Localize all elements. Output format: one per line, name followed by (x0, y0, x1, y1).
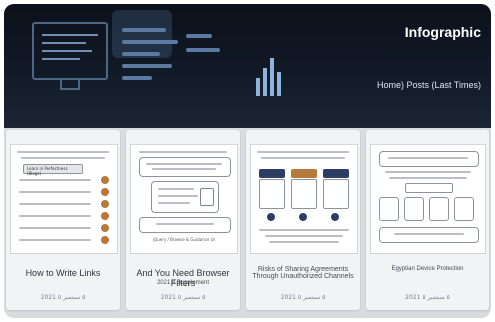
text-line (19, 203, 91, 205)
post-thumbnail[interactable] (250, 144, 358, 254)
text-line (152, 168, 216, 170)
thumb-button: Learn in Perfectness (Blogs) (23, 164, 83, 176)
posts-grid: Learn in Perfectness (Blogs) How to Writ… (4, 130, 491, 318)
text-line (385, 171, 471, 173)
monitor-icon (32, 22, 108, 80)
post-thumbnail[interactable] (370, 144, 486, 254)
monitor-line (42, 42, 86, 44)
text-line (261, 157, 345, 159)
post-card[interactable]: jQuery / Browse & Guidance UI And You Ne… (126, 130, 240, 310)
post-date: 2021 ٥ سبتمبر ٥ (280, 294, 326, 301)
text-line (394, 233, 464, 235)
thumb-box (379, 151, 479, 167)
monitor-line (42, 50, 92, 52)
hero-bar (186, 48, 220, 52)
text-line (19, 215, 91, 217)
monitor-line (42, 34, 98, 36)
hero-bar (122, 64, 172, 68)
hero-bar (186, 34, 212, 38)
thumb-box (379, 227, 479, 243)
thumb-box (139, 217, 231, 233)
step-icon (331, 213, 339, 221)
step-icon (299, 213, 307, 221)
bullet-icon (101, 176, 109, 184)
thumb-box (405, 183, 453, 193)
hero-bar (122, 52, 160, 56)
monitor-line (42, 58, 80, 60)
thumb-caption: jQuery / Browse & Guidance UI (153, 237, 215, 242)
post-date: 2021 ٥ سبتمبر ٥ (40, 294, 86, 301)
thumb-box (139, 157, 231, 177)
column-header (259, 169, 285, 178)
text-line (257, 151, 349, 153)
text-line (158, 202, 190, 204)
text-line (265, 235, 343, 237)
text-line (146, 163, 222, 165)
bullet-icon (101, 200, 109, 208)
device-icon (429, 197, 449, 221)
post-date: 2021 ٥ سبتمبر ٥ (160, 294, 206, 301)
post-title[interactable]: Risks of Sharing Agreements Through Unau… (246, 266, 360, 280)
bar-chart-bar (256, 78, 260, 96)
step-icon (267, 213, 275, 221)
bar-chart-icon (256, 50, 286, 96)
text-line (17, 151, 109, 153)
thumb-button-label: Learn in Perfectness (Blogs) (27, 166, 68, 176)
post-card[interactable]: Learn in Perfectness (Blogs) How to Writ… (6, 130, 120, 310)
hero-banner: Infographic Home) Posts (Last Times) (4, 4, 491, 128)
post-title[interactable]: Egyptian Device Protection (366, 266, 489, 272)
bullet-icon (101, 224, 109, 232)
bullet-icon (101, 188, 109, 196)
lock-icon (404, 197, 424, 221)
text-line (269, 241, 339, 243)
screenshot-frame: Infographic Home) Posts (Last Times) Lea… (4, 4, 491, 318)
hero-bar (122, 40, 178, 44)
text-line (19, 227, 91, 229)
bar-chart-bar (277, 72, 281, 96)
document-icon (200, 188, 214, 206)
bar-chart-bar (270, 58, 274, 96)
post-title[interactable]: How to Write Links (6, 268, 120, 278)
text-line (19, 179, 91, 181)
column-body (291, 179, 317, 209)
key-icon (454, 197, 474, 221)
post-card[interactable]: Risks of Sharing Agreements Through Unau… (246, 130, 360, 310)
text-line (388, 157, 468, 159)
bar-chart-bar (263, 68, 267, 96)
column-header (323, 169, 349, 178)
monitor-stand-icon (60, 78, 80, 90)
post-card[interactable]: Egyptian Device Protection 2021 ٥ سبتمبر… (366, 130, 489, 310)
text-line (139, 151, 227, 153)
thumb-box (151, 181, 219, 213)
text-line (259, 229, 349, 231)
post-thumbnail[interactable]: jQuery / Browse & Guidance UI (130, 144, 238, 254)
hero-bar (122, 76, 152, 80)
text-line (156, 223, 214, 225)
column-body (259, 179, 285, 209)
column-body (323, 179, 349, 209)
text-line (19, 239, 91, 241)
breadcrumb[interactable]: Home) Posts (Last Times) (377, 80, 481, 90)
bullet-icon (101, 236, 109, 244)
hero-bar (122, 28, 166, 32)
page-title: Infographic (404, 24, 481, 40)
text-line (389, 177, 467, 179)
post-subtitle: 2021 A Supplement (156, 280, 210, 286)
text-line (21, 157, 105, 159)
hero-glow (112, 10, 172, 58)
bullet-icon (101, 212, 109, 220)
text-line (158, 195, 198, 197)
text-line (158, 188, 194, 190)
text-line (19, 191, 91, 193)
column-header (291, 169, 317, 178)
post-thumbnail[interactable]: Learn in Perfectness (Blogs) (10, 144, 118, 254)
shield-icon (379, 197, 399, 221)
post-date: 2021 ٥ سبتمبر ٥ (405, 294, 450, 301)
